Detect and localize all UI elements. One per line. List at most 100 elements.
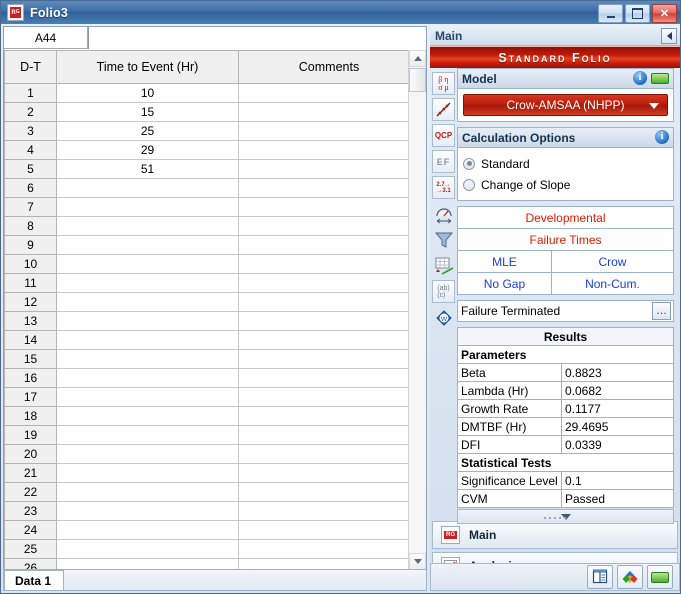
- termination-field[interactable]: Failure Terminated …: [457, 300, 674, 322]
- cell-comments[interactable]: [239, 122, 420, 141]
- cell-comments[interactable]: [239, 521, 420, 540]
- cell-comments[interactable]: [239, 236, 420, 255]
- row-header[interactable]: 9: [5, 236, 57, 255]
- column-header-time-to-event[interactable]: Time to Event (Hr): [57, 51, 239, 84]
- summary-cum-setting[interactable]: Non-Cum.: [551, 273, 673, 295]
- row-header[interactable]: 8: [5, 217, 57, 236]
- green-bar-icon[interactable]: [651, 73, 669, 84]
- row-header[interactable]: 23: [5, 502, 57, 521]
- cell-comments[interactable]: [239, 179, 420, 198]
- alt-icon[interactable]: (ab)(c): [432, 280, 455, 303]
- transfer-icon[interactable]: 2.7→→3.1: [432, 176, 455, 199]
- column-header-dt[interactable]: D-T: [5, 51, 57, 84]
- formula-input[interactable]: [88, 27, 426, 49]
- cell-time-to-event[interactable]: [57, 255, 239, 274]
- summary-gap-setting[interactable]: No Gap: [458, 273, 552, 295]
- cell-comments[interactable]: [239, 141, 420, 160]
- chevron-left-icon[interactable]: [661, 28, 677, 44]
- cell-time-to-event[interactable]: [57, 521, 239, 540]
- row-header[interactable]: 21: [5, 464, 57, 483]
- row-header[interactable]: 5: [5, 160, 57, 179]
- row-header[interactable]: 13: [5, 312, 57, 331]
- cell-time-to-event[interactable]: [57, 236, 239, 255]
- cell-time-to-event[interactable]: [57, 274, 239, 293]
- cell-comments[interactable]: [239, 502, 420, 521]
- row-header[interactable]: 22: [5, 483, 57, 502]
- batch-plot-icon[interactable]: [432, 254, 455, 277]
- cell-name-box[interactable]: A44: [4, 27, 88, 49]
- radio-option-change-of-slope[interactable]: Change of Slope: [463, 174, 668, 195]
- row-header[interactable]: 14: [5, 331, 57, 350]
- cell-comments[interactable]: [239, 388, 420, 407]
- ef-icon[interactable]: EF: [432, 150, 455, 173]
- color-diamond-icon[interactable]: [617, 565, 643, 589]
- summary-data-format[interactable]: Failure Times: [458, 229, 674, 251]
- scroll-down-button[interactable]: [409, 553, 426, 570]
- maximize-button[interactable]: [625, 4, 650, 23]
- cell-comments[interactable]: [239, 464, 420, 483]
- summary-analysis-method[interactable]: MLE: [458, 251, 552, 273]
- summary-data-type[interactable]: Developmental: [458, 207, 674, 229]
- row-header[interactable]: 19: [5, 426, 57, 445]
- scroll-thumb[interactable]: [409, 68, 426, 92]
- close-button[interactable]: ✕: [652, 4, 677, 23]
- cell-time-to-event[interactable]: 25: [57, 122, 239, 141]
- row-header[interactable]: 3: [5, 122, 57, 141]
- gauge-icon[interactable]: [432, 202, 455, 225]
- cell-time-to-event[interactable]: 51: [57, 160, 239, 179]
- nav-button-main[interactable]: RG Main: [432, 521, 678, 549]
- cell-time-to-event[interactable]: [57, 331, 239, 350]
- cell-comments[interactable]: [239, 483, 420, 502]
- row-header[interactable]: 12: [5, 293, 57, 312]
- cell-time-to-event[interactable]: [57, 502, 239, 521]
- sheet-view-icon[interactable]: [587, 565, 613, 589]
- cell-time-to-event[interactable]: [57, 350, 239, 369]
- cell-time-to-event[interactable]: [57, 388, 239, 407]
- cell-comments[interactable]: [239, 445, 420, 464]
- grid-vertical-scrollbar[interactable]: [408, 50, 426, 570]
- sheet-tab-data-1[interactable]: Data 1: [4, 570, 64, 590]
- cell-time-to-event[interactable]: [57, 293, 239, 312]
- info-icon[interactable]: i: [655, 130, 669, 144]
- cell-comments[interactable]: [239, 255, 420, 274]
- termination-more-button[interactable]: …: [652, 302, 671, 320]
- cell-comments[interactable]: [239, 540, 420, 559]
- cell-comments[interactable]: [239, 331, 420, 350]
- row-header[interactable]: 2: [5, 103, 57, 122]
- cell-comments[interactable]: [239, 217, 420, 236]
- row-header[interactable]: 25: [5, 540, 57, 559]
- radio-option-standard[interactable]: Standard: [463, 153, 668, 174]
- cell-time-to-event[interactable]: [57, 464, 239, 483]
- row-header[interactable]: 4: [5, 141, 57, 160]
- parameters-icon[interactable]: β ησ μ: [432, 72, 455, 95]
- cell-comments[interactable]: [239, 350, 420, 369]
- cell-time-to-event[interactable]: 15: [57, 103, 239, 122]
- row-header[interactable]: 6: [5, 179, 57, 198]
- cell-time-to-event[interactable]: [57, 179, 239, 198]
- cell-comments[interactable]: [239, 103, 420, 122]
- row-header[interactable]: 7: [5, 198, 57, 217]
- cell-comments[interactable]: [239, 84, 420, 103]
- cell-time-to-event[interactable]: [57, 198, 239, 217]
- green-bar-icon[interactable]: [647, 565, 673, 589]
- row-header[interactable]: 10: [5, 255, 57, 274]
- row-header[interactable]: 18: [5, 407, 57, 426]
- cell-time-to-event[interactable]: [57, 540, 239, 559]
- cell-time-to-event[interactable]: [57, 407, 239, 426]
- cell-time-to-event[interactable]: 29: [57, 141, 239, 160]
- row-header[interactable]: 11: [5, 274, 57, 293]
- cell-comments[interactable]: [239, 426, 420, 445]
- qcp-icon[interactable]: QCP: [432, 124, 455, 147]
- cell-time-to-event[interactable]: 10: [57, 84, 239, 103]
- summary-model-variant[interactable]: Crow: [551, 251, 673, 273]
- cell-time-to-event[interactable]: [57, 483, 239, 502]
- cell-comments[interactable]: [239, 293, 420, 312]
- cell-comments[interactable]: [239, 160, 420, 179]
- row-header[interactable]: 1: [5, 84, 57, 103]
- row-header[interactable]: 16: [5, 369, 57, 388]
- cell-comments[interactable]: [239, 369, 420, 388]
- plot-icon[interactable]: [432, 98, 455, 121]
- cell-time-to-event[interactable]: [57, 312, 239, 331]
- row-header[interactable]: 24: [5, 521, 57, 540]
- cell-time-to-event[interactable]: [57, 369, 239, 388]
